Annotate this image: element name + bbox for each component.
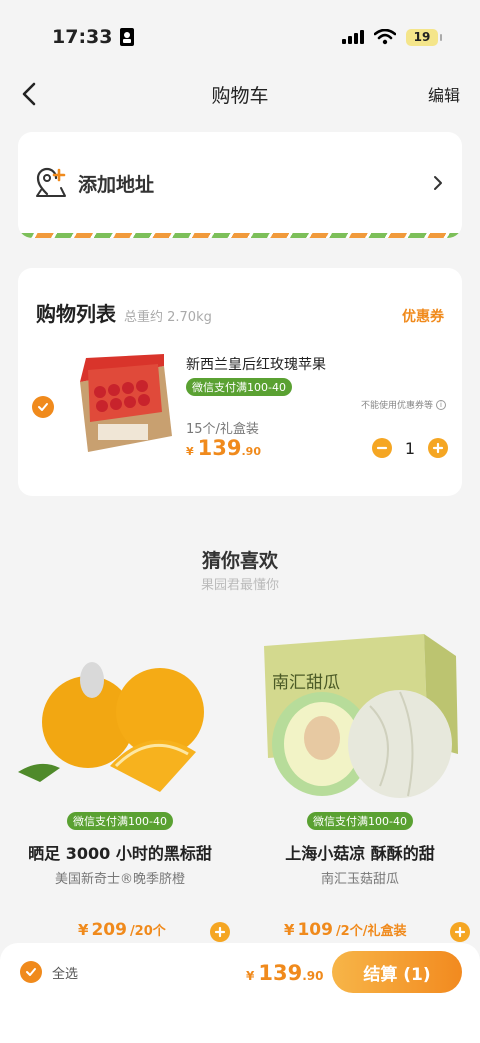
chevron-right-icon xyxy=(434,176,442,190)
total-symbol: ¥ xyxy=(246,969,255,983)
recommend-price-unit: /20个 xyxy=(129,924,166,939)
recommend-price: ¥ 209 /20个 xyxy=(78,920,166,940)
status-time: 17:33 xyxy=(52,26,113,48)
item-promo-badge: 微信支付满100-40 xyxy=(186,378,292,396)
total-decimal: .90 xyxy=(302,969,324,983)
melon-product-image: 南汇甜瓜 xyxy=(264,634,458,798)
item-name[interactable]: 新西兰皇后红玫瑰苹果 xyxy=(186,354,326,374)
status-right: 19 xyxy=(342,28,442,46)
coupon-button[interactable]: 优惠券 xyxy=(402,306,444,326)
add-address-button[interactable]: 添加地址 xyxy=(18,132,462,234)
add-address-label: 添加地址 xyxy=(78,173,155,196)
no-coupon-note[interactable]: 不能使用优惠券等 i xyxy=(361,398,446,411)
quantity-stepper: 1 xyxy=(372,438,448,458)
recommend-price-value: 209 xyxy=(91,920,127,940)
edit-button[interactable]: 编辑 xyxy=(428,82,460,106)
back-icon[interactable] xyxy=(16,80,44,108)
plus-icon xyxy=(432,442,444,454)
melon-box-text: 南汇甜瓜 xyxy=(272,673,340,693)
recommend-price: ¥ 109 /2个/礼盒装 xyxy=(284,920,406,940)
airmail-stripe xyxy=(18,233,462,238)
recommend-subtitle-text: 南汇玉菇甜瓜 xyxy=(320,872,399,887)
address-card: 添加地址 xyxy=(18,132,462,238)
battery-icon: 19 xyxy=(406,28,442,46)
item-checkbox[interactable] xyxy=(32,396,54,418)
recommend-subtitle: 果园君最懂你 xyxy=(200,578,279,593)
item-price: ¥ 139 .90 xyxy=(186,436,261,460)
info-icon: i xyxy=(436,399,446,410)
product-image[interactable] xyxy=(72,352,176,462)
price-symbol: ¥ xyxy=(186,445,194,458)
check-icon xyxy=(26,968,36,976)
recommend-price-unit: /2个/礼盒装 xyxy=(335,924,407,939)
cart-weight: 总重约 2.70kg xyxy=(124,310,212,325)
cart-title: 购物列表 xyxy=(36,302,116,326)
select-all-check xyxy=(20,961,42,983)
plus-icon xyxy=(214,926,226,938)
recommend-promo-badge: 微信支付满100-40 xyxy=(307,812,413,830)
decrease-button[interactable] xyxy=(372,438,392,458)
total-price: ¥ 139 .90 xyxy=(246,961,323,985)
contact-card-icon xyxy=(120,28,135,46)
checkout-button[interactable]: 结算 (1) xyxy=(332,951,462,993)
select-all-label: 全选 xyxy=(52,966,79,982)
recommend-promo-badge: 微信支付满100-40 xyxy=(67,812,173,830)
checkout-bar: 全选 ¥ 139 .90 结算 (1) xyxy=(0,943,480,1007)
item-spec: 15个/礼盒装 xyxy=(186,422,259,437)
recommend-title: 猜你喜欢 xyxy=(201,550,278,572)
minus-icon xyxy=(376,446,388,450)
increase-button[interactable] xyxy=(428,438,448,458)
select-all-checkbox[interactable]: 全选 xyxy=(20,961,78,983)
wifi-icon xyxy=(374,29,396,45)
signal-icon xyxy=(342,30,364,44)
check-icon xyxy=(38,403,48,411)
price-integer: 139 xyxy=(197,436,242,460)
plus-icon xyxy=(454,926,466,938)
recommend-card[interactable]: 微信支付满100-40 晒足 3000 小时的黑标甜 美国新奇士®晚季脐橙 ¥ … xyxy=(10,626,230,946)
bottom-safe-area xyxy=(0,1007,480,1043)
page-title: 购物车 xyxy=(211,84,269,107)
recommend-price-value: 109 xyxy=(297,920,333,940)
orange-product-image xyxy=(18,662,204,792)
quantity-value: 1 xyxy=(404,438,416,458)
status-bar: 17:33 19 xyxy=(0,0,480,74)
price-decimal: .90 xyxy=(241,445,262,458)
recommend-promo-wrap: 微信支付满100-40 xyxy=(250,810,470,830)
total-integer: 139 xyxy=(258,961,303,985)
recommend-subtitle-text: 美国新奇士®晚季脐橙 xyxy=(54,872,185,887)
battery-level: 19 xyxy=(413,30,431,44)
cart-header: 购物列表 总重约 2.70kg xyxy=(36,298,212,327)
recommend-card[interactable]: 南汇甜瓜 微信支付满100-40 上海小菇凉 酥酥的甜 南汇玉菇甜瓜 ¥ 109… xyxy=(250,626,470,946)
nav-bar: 购物车 编辑 xyxy=(0,74,480,114)
recommend-name: 晒足 3000 小时的黑标甜 xyxy=(28,844,212,863)
recommend-promo-wrap: 微信支付满100-40 xyxy=(10,810,230,830)
recommend-price-symbol: ¥ xyxy=(78,921,89,939)
status-left: 17:33 xyxy=(52,26,135,48)
no-coupon-text: 不能使用优惠券等 xyxy=(360,401,433,411)
cart-card: 购物列表 总重约 2.70kg 优惠券 新西兰皇后红玫瑰苹果 微信支付满100-… xyxy=(18,268,462,496)
recommend-name: 上海小菇凉 酥酥的甜 xyxy=(285,844,435,863)
map-pin-add-icon xyxy=(36,167,66,197)
add-to-cart-button[interactable] xyxy=(210,922,230,942)
recommend-price-symbol: ¥ xyxy=(284,921,295,939)
add-to-cart-button[interactable] xyxy=(450,922,470,942)
